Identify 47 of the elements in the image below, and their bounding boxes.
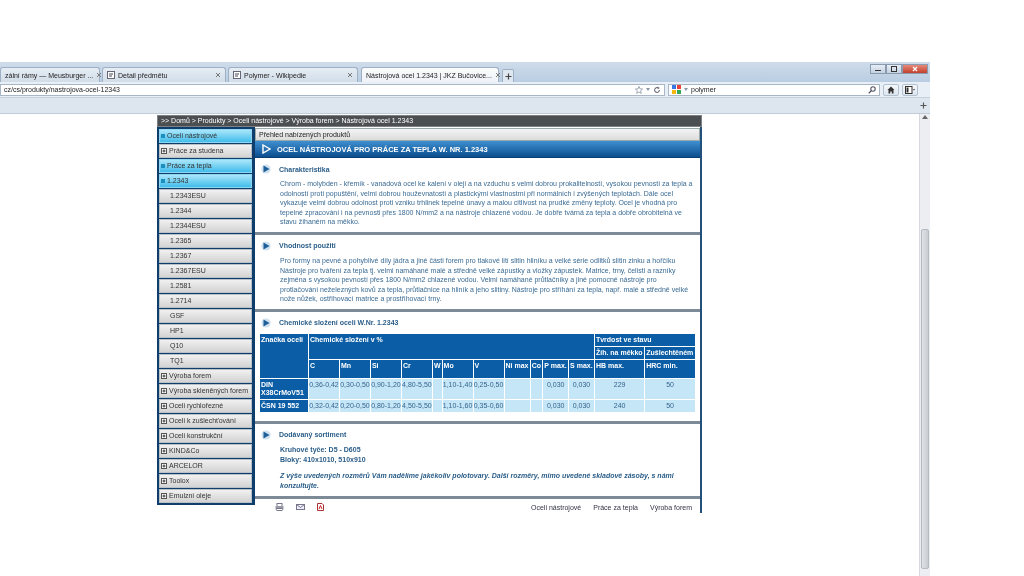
expand-icon xyxy=(161,387,167,394)
minimize-button[interactable] xyxy=(870,64,886,74)
pdf-icon[interactable] xyxy=(317,503,324,512)
reload-icon[interactable] xyxy=(653,85,661,94)
expand-icon xyxy=(161,477,167,484)
search-engine-icon[interactable] xyxy=(672,85,681,94)
search-icon[interactable] xyxy=(868,85,876,94)
scrollbar[interactable] xyxy=(919,114,930,576)
maximize-button[interactable] xyxy=(886,64,902,74)
home-button[interactable] xyxy=(883,83,899,96)
scrollbar-thumb[interactable] xyxy=(921,229,929,569)
close-icon[interactable] xyxy=(494,72,501,78)
close-icon[interactable] xyxy=(347,72,353,78)
expand-icon xyxy=(161,372,167,379)
play-icon xyxy=(261,240,271,251)
mail-icon[interactable] xyxy=(296,504,305,511)
expand-icon xyxy=(161,447,167,454)
minimize-icon xyxy=(875,67,881,71)
bookmarks-icon xyxy=(905,85,915,94)
play-icon xyxy=(261,164,271,174)
favicon-icon xyxy=(233,71,241,79)
plus-icon xyxy=(919,102,927,109)
caret-icon[interactable] xyxy=(646,88,650,91)
close-button[interactable] xyxy=(902,64,928,74)
expand-icon xyxy=(161,492,167,499)
print-icon[interactable] xyxy=(275,503,284,512)
expand-icon xyxy=(161,417,167,424)
play-outline-icon xyxy=(262,144,271,154)
star-icon[interactable] xyxy=(635,85,643,94)
play-icon xyxy=(261,429,271,440)
expand-icon xyxy=(161,147,167,154)
new-tab-button[interactable] xyxy=(502,69,514,82)
play-icon xyxy=(261,317,271,328)
caret-icon[interactable] xyxy=(684,88,688,91)
home-icon xyxy=(887,85,895,94)
add-button[interactable] xyxy=(918,100,928,111)
close-icon[interactable] xyxy=(215,72,221,78)
expand-icon xyxy=(161,402,167,409)
maximize-icon xyxy=(891,66,897,72)
close-icon xyxy=(912,66,918,72)
expand-icon xyxy=(161,462,167,469)
favicon-icon xyxy=(107,71,115,79)
expand-icon xyxy=(161,432,167,439)
close-icon[interactable] xyxy=(96,72,103,78)
bookmarks-button[interactable] xyxy=(902,83,918,96)
arrow-up-icon[interactable] xyxy=(922,114,928,119)
plus-icon xyxy=(504,72,512,80)
